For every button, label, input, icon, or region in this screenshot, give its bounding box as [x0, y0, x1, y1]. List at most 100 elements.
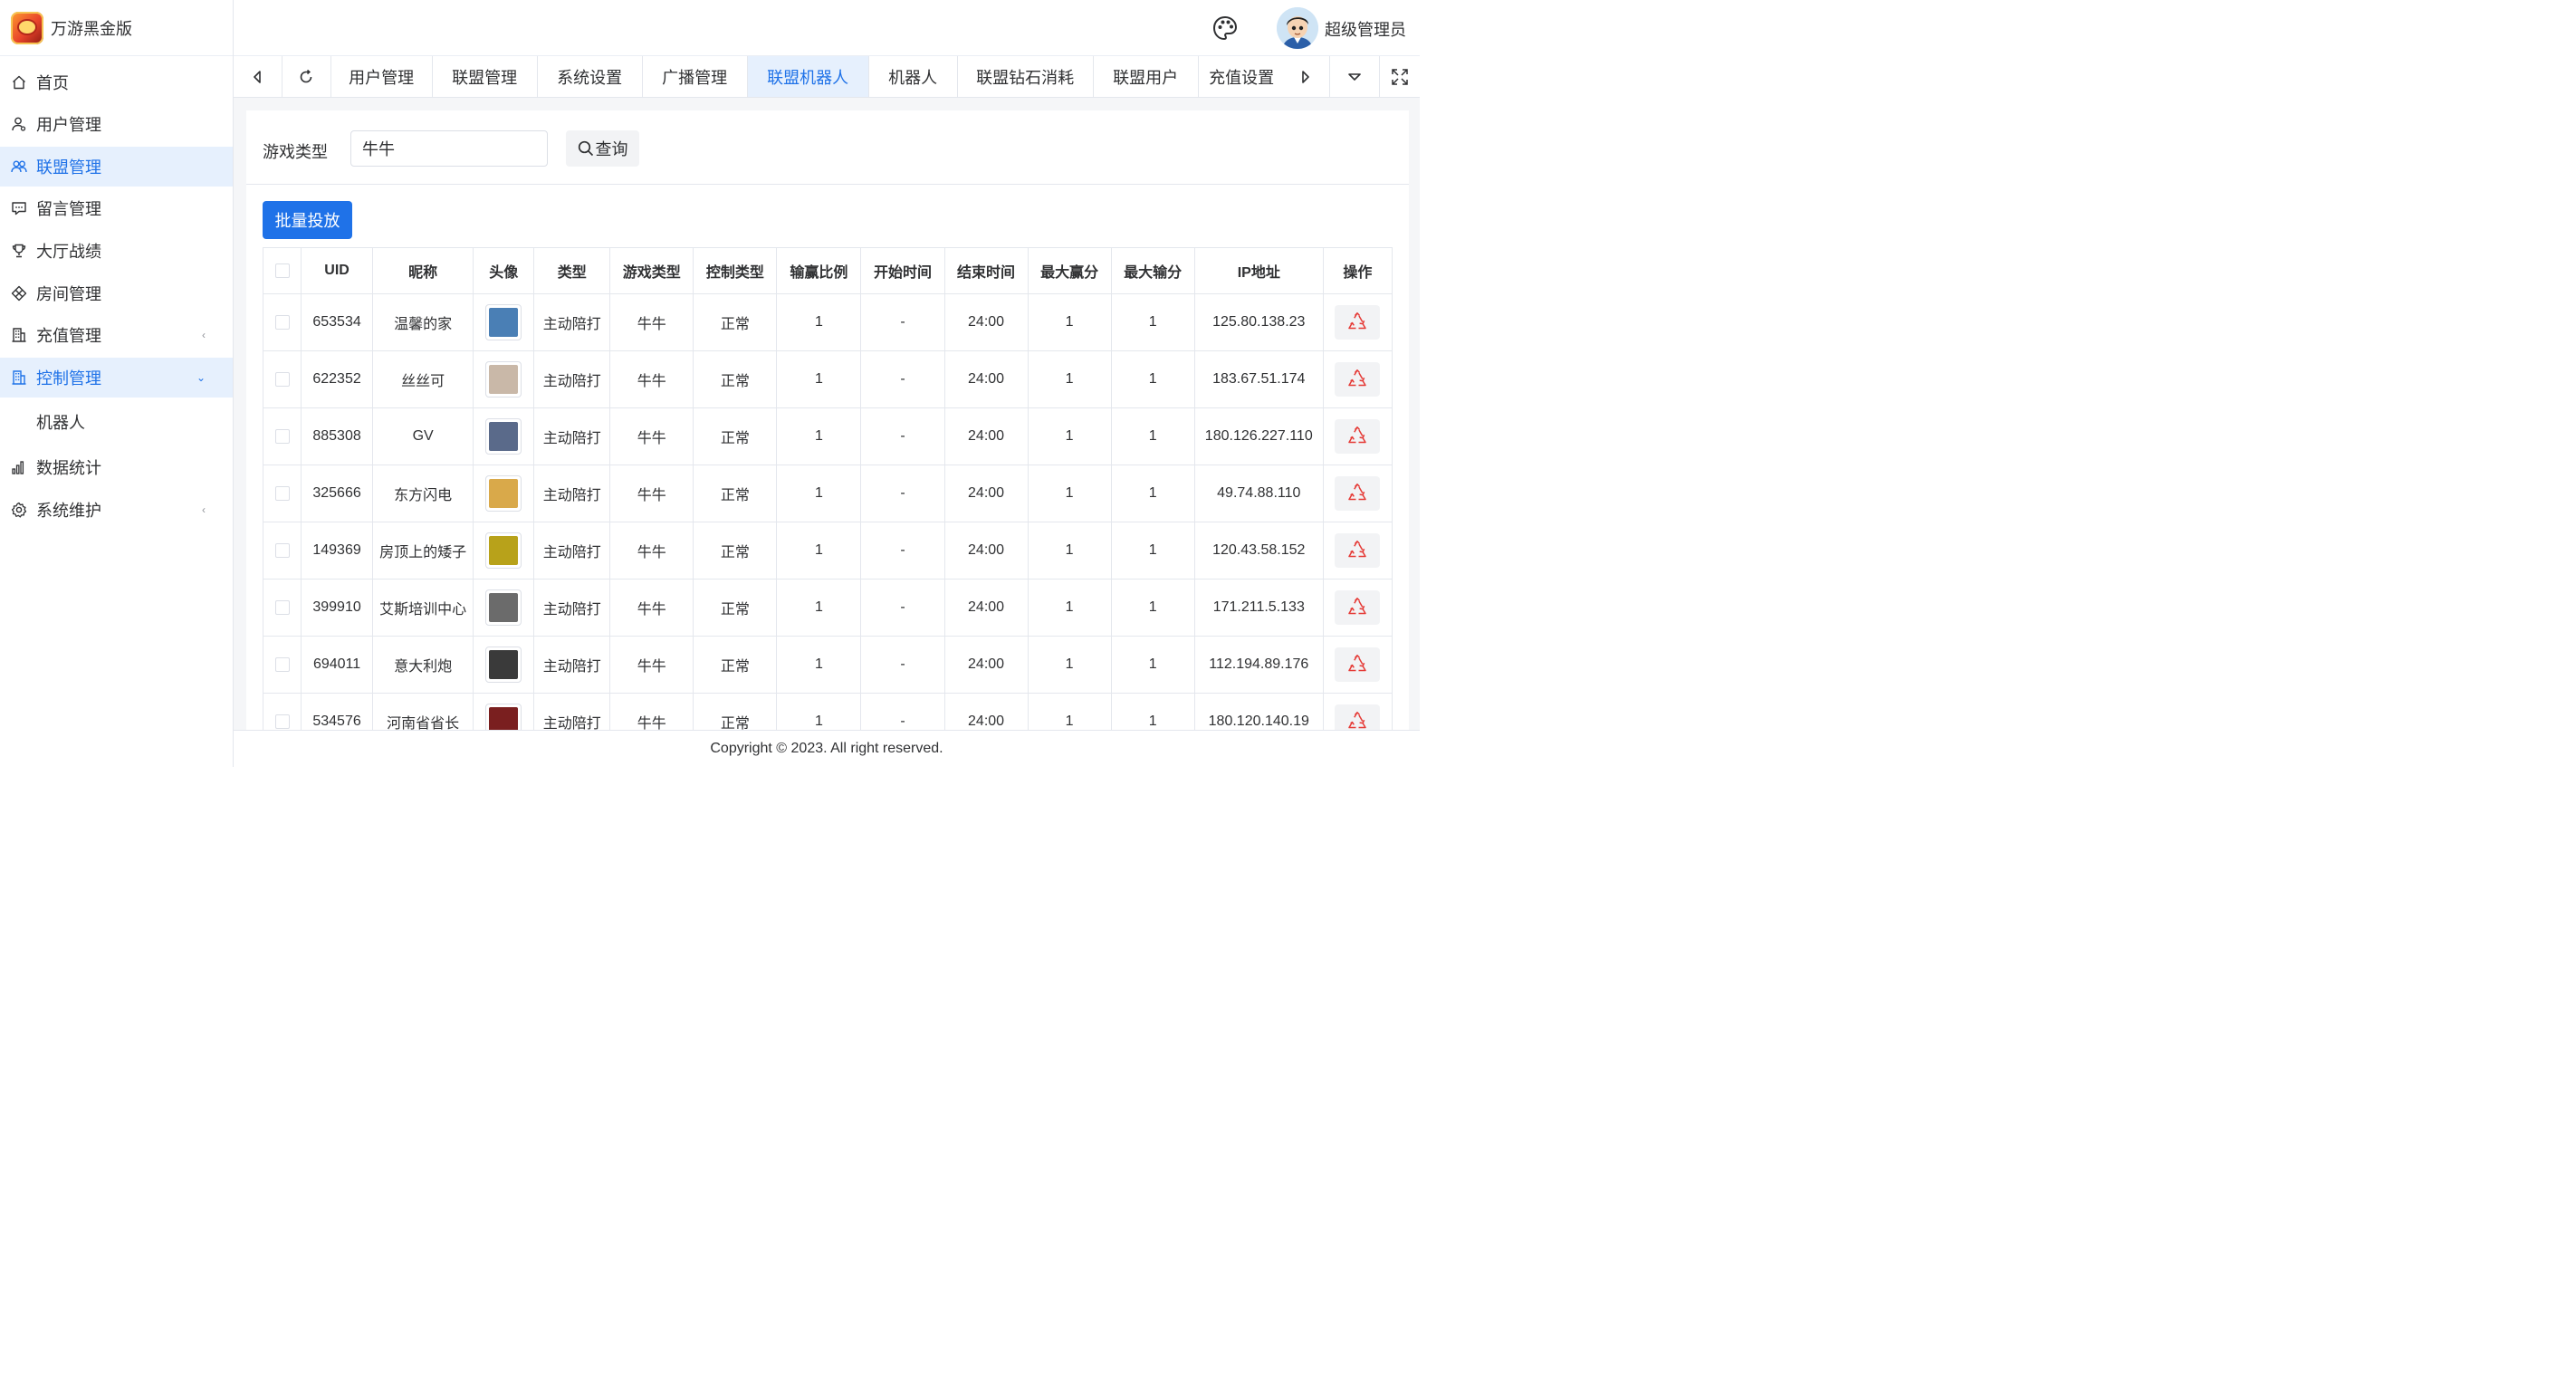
avatar[interactable] — [485, 647, 522, 683]
delete-button[interactable] — [1335, 590, 1381, 625]
copyright-text: Copyright © 2023. All right reserved. — [710, 741, 943, 756]
recycle-icon — [1348, 712, 1367, 729]
cell-ratio: 1 — [776, 407, 862, 465]
cell-ip: 171.211.5.133 — [1193, 579, 1324, 637]
trophy-icon — [11, 243, 27, 259]
fullscreen-button[interactable] — [1380, 56, 1420, 97]
sidebar-item-label: 留言管理 — [36, 200, 101, 219]
select-all-checkbox[interactable] — [274, 263, 290, 278]
delete-button[interactable] — [1335, 362, 1381, 397]
operation-cell — [1322, 522, 1393, 580]
user-avatar[interactable] — [1277, 7, 1318, 49]
delete-button[interactable] — [1335, 533, 1381, 568]
tab-7[interactable]: 联盟用户 — [1094, 56, 1199, 97]
row-select-cell — [263, 350, 302, 408]
cell-type: 主动陪打 — [533, 293, 611, 351]
delete-button[interactable] — [1335, 476, 1381, 511]
gear-icon — [11, 502, 27, 518]
column-header-2: 头像 — [473, 247, 535, 294]
delete-button[interactable] — [1335, 647, 1381, 682]
tab-6[interactable]: 联盟钻石消耗 — [958, 56, 1094, 97]
table-row[interactable]: 325666 东方闪电 主动陪打 牛牛 正常 1-24:00 1 1 49.74.88.110 — [263, 465, 1393, 522]
cell-control: 正常 — [693, 407, 778, 465]
tabs-menu-button[interactable] — [1330, 56, 1381, 97]
table-row[interactable]: 653534 温馨的家 主动陪打 牛牛 正常 1-24:00 1 1 125.80.138.23 — [263, 293, 1393, 351]
user-name[interactable]: 超级管理员 — [1325, 17, 1406, 41]
row-checkbox[interactable] — [274, 599, 290, 615]
sidebar-item-2[interactable]: 联盟管理 — [0, 146, 233, 187]
table-row[interactable]: 399910 艾斯培训中心 主动陪打 牛牛 正常 1-24:00 1 1 171.211.5.1… — [263, 579, 1393, 637]
recycle-icon — [1348, 655, 1367, 672]
sidebar-item-1[interactable]: 用户管理 — [0, 104, 233, 144]
row-checkbox[interactable] — [274, 714, 290, 729]
row-checkbox[interactable] — [274, 428, 290, 444]
row-checkbox[interactable] — [274, 485, 290, 501]
recycle-icon — [1348, 312, 1367, 330]
query-button[interactable]: 查询 — [566, 130, 639, 167]
avatar[interactable] — [485, 304, 522, 340]
delete-button[interactable] — [1335, 704, 1381, 730]
query-button-label: 查询 — [595, 140, 628, 158]
table-row[interactable]: 149369 房顶上的矮子 主动陪打 牛牛 正常 1-24:00 1 1 120.43.58.1… — [263, 522, 1393, 580]
cell-game: 牛牛 — [609, 465, 694, 522]
batch-deploy-button[interactable]: 批量投放 — [263, 201, 352, 239]
avatar[interactable] — [485, 361, 522, 398]
row-checkbox[interactable] — [274, 656, 290, 672]
sidebar-item-5[interactable]: 房间管理 — [0, 273, 233, 313]
table-row[interactable]: 885308 GV 主动陪打 牛牛 正常 1-24:00 1 1 180.126.227.110 — [263, 407, 1393, 465]
cell-ratio: 1 — [776, 465, 862, 522]
tab-2[interactable]: 系统设置 — [538, 56, 643, 97]
cell-game: 牛牛 — [609, 636, 694, 694]
avatar[interactable] — [485, 475, 522, 512]
sidebar-item-7[interactable]: 控制管理 ⌄ — [0, 357, 233, 398]
avatar[interactable] — [485, 418, 522, 455]
chevron-left-icon: ‹ — [202, 329, 206, 342]
cell-ip: 49.74.88.110 — [1193, 465, 1324, 522]
sidebar-item-3[interactable]: 留言管理 — [0, 188, 233, 228]
cell-ip: 180.120.140.19 — [1193, 693, 1324, 730]
game-type-input[interactable] — [350, 130, 548, 167]
sidebar-item-0[interactable]: 首页 — [0, 62, 233, 102]
tab-5[interactable]: 机器人 — [869, 56, 958, 97]
cell-ip: 120.43.58.152 — [1193, 522, 1324, 580]
table-row[interactable]: 622352 丝丝可 主动陪打 牛牛 正常 1-24:00 1 1 183.67.51.174 — [263, 350, 1393, 408]
avatar[interactable] — [485, 589, 522, 626]
refresh-button[interactable] — [282, 56, 331, 97]
row-checkbox[interactable] — [274, 542, 290, 558]
cell-start: - — [860, 522, 945, 580]
column-header-9: 最大赢分 — [1027, 247, 1112, 294]
tab-4[interactable]: 联盟机器人 — [747, 56, 869, 97]
submenu-item-robot[interactable]: 机器人 — [0, 399, 233, 445]
tab-1[interactable]: 联盟管理 — [433, 56, 538, 97]
diamond-icon — [11, 285, 27, 302]
sidebar-item-9[interactable]: 系统维护 ‹ — [0, 490, 233, 530]
tabs-scroll-left-button[interactable] — [234, 56, 282, 97]
message-icon — [11, 200, 27, 216]
users-icon — [11, 158, 27, 175]
cell-max_win: 1 — [1027, 579, 1112, 637]
sidebar-item-6[interactable]: 充值管理 ‹ — [0, 315, 233, 355]
search-icon — [578, 140, 593, 157]
row-checkbox[interactable] — [274, 371, 290, 387]
avatar[interactable] — [485, 704, 522, 730]
tabs-scroll-right-button[interactable] — [1282, 56, 1331, 97]
tab-3[interactable]: 广播管理 — [643, 56, 748, 97]
row-checkbox[interactable] — [274, 314, 290, 330]
tab-0[interactable]: 用户管理 — [331, 56, 433, 97]
cell-ip: 180.126.227.110 — [1193, 407, 1324, 465]
palette-icon[interactable] — [1211, 14, 1239, 42]
chart-icon — [11, 459, 27, 475]
sidebar-item-4[interactable]: 大厅战绩 — [0, 231, 233, 271]
delete-button[interactable] — [1335, 305, 1381, 340]
avatar[interactable] — [485, 532, 522, 569]
recycle-icon — [1348, 369, 1367, 387]
table-row[interactable]: 534576 河南省省长 主动陪打 牛牛 正常 1-24:00 1 1 180.120.140.… — [263, 693, 1393, 730]
delete-button[interactable] — [1335, 419, 1381, 454]
robot-table-wrapper[interactable]: UID 昵称 头像 类型 游戏类型 控制类型 输赢比例 开始时间 结束时间 最大赢分 最大输分 IP地… — [263, 247, 1393, 730]
table-row[interactable]: 694011 意大利炮 主动陪打 牛牛 正常 1-24:00 1 1 112.194.89.17… — [263, 636, 1393, 694]
sidebar-item-8[interactable]: 数据统计 — [0, 447, 233, 487]
tab-8[interactable]: 充值设置 — [1199, 56, 1282, 97]
sidebar-item-label: 系统维护 — [36, 501, 101, 520]
cell-uid: 534576 — [301, 693, 374, 730]
row-select-cell — [263, 465, 302, 522]
